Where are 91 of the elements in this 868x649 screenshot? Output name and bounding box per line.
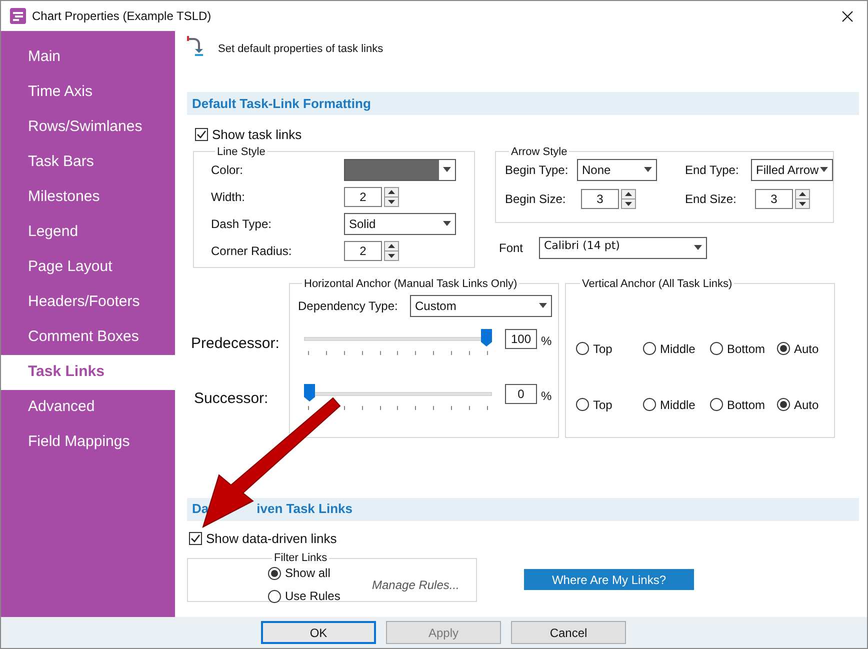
link-arrow-icon — [187, 35, 205, 57]
anchor-label: Predecessor: — [191, 334, 280, 354]
checkbox-label: Show task links — [212, 126, 302, 144]
spinner-arrows-icon[interactable] — [621, 188, 636, 208]
number-field[interactable]: 3 — [755, 188, 793, 208]
dropdown[interactable]: Custom — [410, 294, 552, 316]
sidebar-item[interactable]: Task Links — [1, 355, 175, 390]
field-label: Color: — [211, 162, 244, 178]
radio-label: Top — [593, 396, 612, 414]
spinner-arrows-icon[interactable] — [384, 186, 399, 206]
field-label: Dash Type: — [211, 216, 272, 232]
field-label: Width: — [211, 188, 246, 206]
group-title: Horizontal Anchor (Manual Task Links Only) — [303, 278, 518, 290]
spinner-arrows-icon[interactable] — [795, 188, 810, 208]
group-title: Filter Links — [273, 552, 328, 564]
radio-label: Auto — [794, 396, 819, 414]
page-description: Set default properties of task links — [218, 42, 384, 57]
unit-label: % — [541, 332, 552, 350]
radio-button[interactable] — [576, 398, 589, 411]
dropdown-caret-icon — [539, 303, 547, 308]
dropdown-caret-icon — [644, 167, 652, 172]
field-label: End Size: — [685, 190, 738, 208]
field-label: Begin Size: — [505, 190, 567, 208]
close-icon[interactable] — [842, 10, 853, 22]
sidebar-item[interactable]: Field Mappings — [1, 425, 175, 460]
field-label: End Type: — [685, 162, 740, 178]
dialog-button[interactable]: OK — [261, 621, 376, 644]
section-header: Default Task-Link Formatting — [187, 92, 859, 115]
number-field[interactable]: 2 — [344, 186, 382, 206]
field-label: Font — [499, 240, 524, 256]
radio-label: Top — [593, 340, 612, 358]
app-icon — [10, 8, 26, 24]
number-field[interactable]: 3 — [581, 188, 619, 208]
dropdown-caret-icon — [443, 221, 451, 226]
radio-button[interactable] — [710, 342, 723, 355]
anchor-label: Successor: — [194, 388, 270, 408]
sidebar-item[interactable]: Task Bars — [1, 145, 175, 180]
manage-rules-link[interactable]: Manage Rules... — [372, 576, 460, 594]
unit-label: % — [541, 388, 552, 404]
radio-button[interactable] — [576, 342, 589, 355]
dropdown[interactable]: Calibri (14 pt) — [539, 236, 707, 258]
sidebar-item[interactable]: Milestones — [1, 180, 175, 215]
dropdown-caret-icon — [694, 245, 702, 250]
sidebar-item[interactable]: Legend — [1, 215, 175, 250]
field-label: Corner Radius: — [211, 242, 292, 260]
spinner-arrows-icon[interactable] — [384, 240, 399, 260]
radio-button[interactable] — [777, 342, 790, 355]
slider-thumb[interactable] — [304, 384, 315, 402]
sidebar-item[interactable]: Page Layout — [1, 250, 175, 285]
dropdown[interactable]: None — [577, 158, 657, 180]
radio-label: Auto — [794, 340, 819, 358]
radio-button[interactable] — [643, 342, 656, 355]
group-title: Arrow Style — [510, 146, 568, 158]
checkbox-label: Show data-driven links — [206, 530, 337, 548]
number-field[interactable]: 2 — [344, 240, 382, 260]
group-title: Vertical Anchor (All Task Links) — [581, 278, 734, 290]
where-are-my-links-button[interactable]: Where Are My Links? — [524, 569, 694, 590]
sidebar-item[interactable]: Comment Boxes — [1, 320, 175, 355]
radio-button[interactable] — [710, 398, 723, 411]
radio-label: Bottom — [727, 340, 766, 358]
radio-button[interactable] — [643, 398, 656, 411]
sidebar-item[interactable]: Time Axis — [1, 75, 175, 110]
window-title: Chart Properties (Example TSLD) — [32, 8, 212, 25]
color-picker[interactable] — [344, 158, 456, 180]
sidebar-item[interactable]: Rows/Swimlanes — [1, 110, 175, 145]
field-label: Dependency Type: — [298, 298, 399, 314]
dialog-button[interactable]: Cancel — [511, 621, 626, 644]
radio-button[interactable] — [777, 398, 790, 411]
section-header: Da — [192, 500, 209, 518]
section-header: iven Task Links — [256, 500, 352, 518]
radio-label: Use Rules — [285, 588, 340, 605]
dropdown[interactable]: Filled Arrow — [751, 158, 833, 180]
dropdown-caret-icon — [443, 167, 451, 172]
percent-field[interactable]: 100 — [505, 328, 537, 348]
percent-field[interactable]: 0 — [505, 384, 537, 404]
slider-thumb[interactable] — [481, 328, 492, 346]
checkbox[interactable] — [195, 128, 208, 142]
radio-label: Middle — [660, 396, 696, 414]
radio-button[interactable] — [268, 566, 281, 580]
radio-label: Show all — [285, 565, 330, 582]
dropdown[interactable]: Solid — [344, 212, 456, 234]
field-label: Begin Type: — [505, 162, 570, 178]
group-title: Line Style — [216, 146, 266, 158]
radio-button[interactable] — [268, 590, 281, 602]
sidebar-item[interactable]: Advanced — [1, 390, 175, 425]
radio-label: Middle — [660, 340, 696, 358]
radio-label: Bottom — [727, 396, 766, 414]
sidebar-item[interactable]: Main — [1, 40, 175, 75]
checkbox[interactable] — [189, 532, 202, 545]
sidebar-item[interactable]: Headers/Footers — [1, 285, 175, 320]
dropdown-caret-icon — [820, 167, 828, 172]
